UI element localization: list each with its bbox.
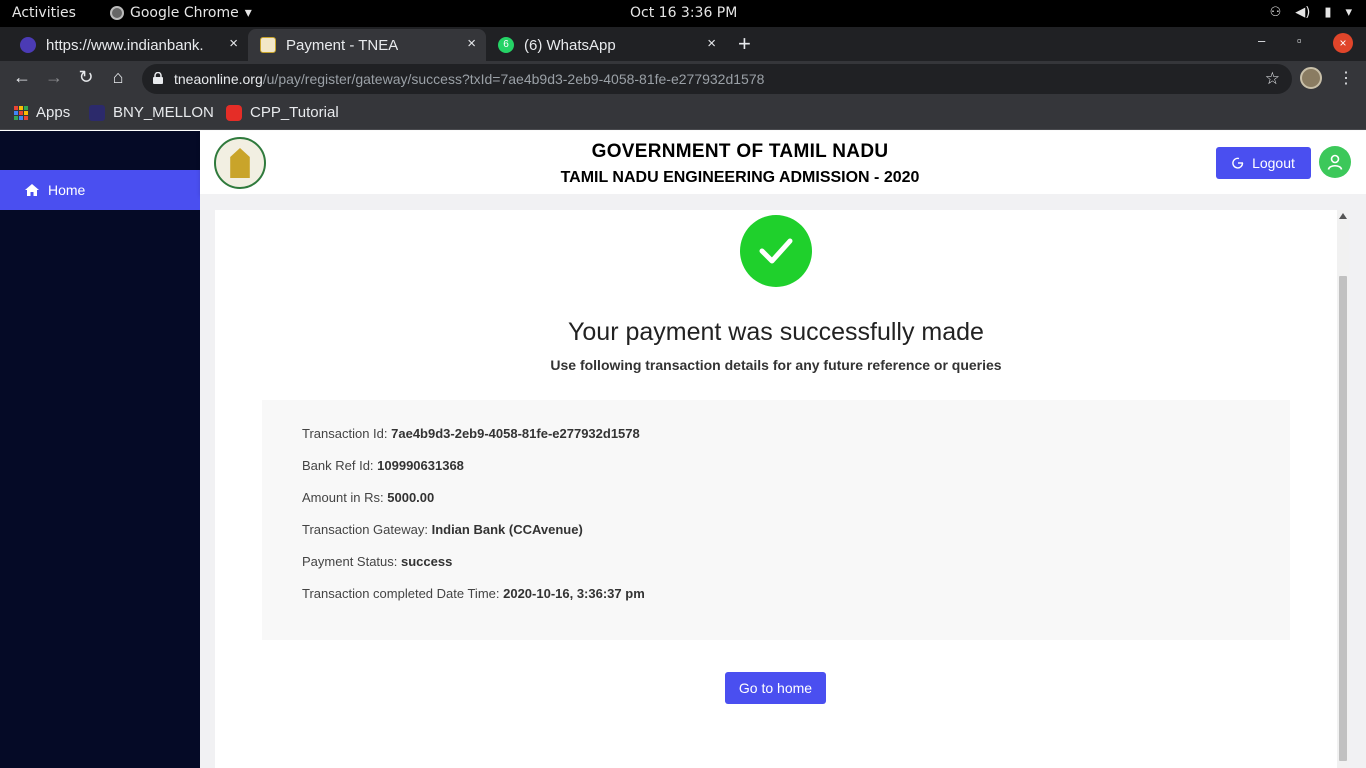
user-avatar[interactable]	[1319, 146, 1351, 178]
logout-button[interactable]: Logout	[1216, 147, 1311, 179]
youtube-icon	[226, 104, 242, 121]
whatsapp-favicon: 6	[498, 37, 514, 53]
bookmark-cpp-tutorial[interactable]: CPP_Tutorial	[226, 104, 339, 121]
page-subtitle: TAMIL NADU ENGINEERING ADMISSION - 2020	[560, 169, 920, 186]
url-host: tneaonline.org	[174, 71, 263, 87]
bny-mellon-favicon	[89, 104, 105, 121]
close-icon[interactable]: ×	[229, 35, 238, 52]
activities-button[interactable]: Activities	[12, 5, 76, 21]
page-scrollbar[interactable]	[1337, 210, 1349, 768]
app-header: GOVERNMENT OF TAMIL NADU TAMIL NADU ENGI…	[200, 131, 1366, 194]
transaction-id-row: Transaction Id: 7ae4b9d3-2eb9-4058-81fe-…	[302, 426, 640, 441]
payment-status-value: success	[401, 554, 453, 569]
amount-row: Amount in Rs: 5000.00	[302, 490, 434, 505]
detail-label: Transaction completed Date Time:	[302, 586, 504, 601]
completed-datetime-row: Transaction completed Date Time: 2020-10…	[302, 586, 645, 601]
bookmark-bny-mellon[interactable]: BNY_MELLON	[89, 104, 214, 121]
user-icon	[1327, 154, 1343, 170]
gateway-value: Indian Bank (CCAvenue)	[431, 522, 583, 537]
success-check-icon	[740, 215, 812, 287]
tab-strip: https://www.indianbank. × Payment - TNEA…	[0, 27, 1366, 61]
profile-avatar[interactable]	[1300, 67, 1322, 89]
chrome-menu-icon[interactable]: ⋮	[1338, 68, 1354, 88]
tnea-favicon	[260, 37, 276, 53]
tab-title: (6) WhatsApp	[524, 36, 616, 54]
amount-value: 5000.00	[387, 490, 435, 505]
bookmark-apps[interactable]: Apps	[14, 104, 70, 121]
gateway-row: Transaction Gateway: Indian Bank (CCAven…	[302, 522, 583, 537]
lock-icon	[153, 72, 163, 84]
bookmark-label: Apps	[36, 104, 71, 121]
success-heading: Your payment was successfully made	[568, 318, 984, 346]
tab-payment-tnea[interactable]: Payment - TNEA ×	[248, 29, 486, 61]
apps-grid-icon	[14, 105, 28, 120]
close-icon[interactable]: ×	[707, 35, 716, 52]
transaction-details: Transaction Id: 7ae4b9d3-2eb9-4058-81fe-…	[262, 400, 1290, 640]
network-icon: ⚇	[1269, 5, 1282, 20]
system-top-bar: Activities Google Chrome ▾ Oct 16 3:36 P…	[0, 0, 1366, 27]
bookmark-star-icon[interactable]: ☆	[1265, 69, 1280, 89]
bookmarks-bar: Apps BNY_MELLON CPP_Tutorial	[0, 96, 1366, 130]
close-icon[interactable]: ×	[467, 35, 476, 52]
chevron-down-icon: ▾	[244, 5, 252, 21]
detail-label: Payment Status:	[302, 554, 401, 569]
detail-label: Transaction Id:	[302, 426, 392, 441]
success-subheading: Use following transaction details for an…	[550, 357, 1002, 373]
system-tray[interactable]: ⚇ ◀) ▮ ▾	[1270, 5, 1352, 20]
sidebar: Home	[0, 131, 200, 768]
tab-indian-bank[interactable]: https://www.indianbank. ×	[8, 29, 248, 61]
forward-button[interactable]: →	[43, 67, 65, 88]
clock[interactable]: Oct 16 3:36 PM	[630, 5, 737, 21]
completed-datetime-value: 2020-10-16, 3:36:37 pm	[503, 586, 645, 601]
battery-icon: ▮	[1324, 5, 1332, 20]
app-menu-label: Google Chrome	[130, 5, 239, 21]
url-path: /u/pay/register/gateway/success?txId=7ae…	[262, 71, 765, 87]
go-to-home-button[interactable]: Go to home	[725, 672, 826, 704]
back-button[interactable]: ←	[11, 67, 33, 88]
detail-label: Bank Ref Id:	[302, 458, 378, 473]
checkmark-icon	[759, 238, 793, 264]
transaction-id-value: 7ae4b9d3-2eb9-4058-81fe-e277932d1578	[391, 426, 640, 441]
sidebar-item-label: Home	[48, 182, 86, 198]
detail-label: Amount in Rs:	[302, 490, 388, 505]
window-close-button[interactable]: ×	[1333, 33, 1353, 53]
tab-title: https://www.indianbank.	[46, 36, 204, 54]
app-menu[interactable]: Google Chrome ▾	[110, 5, 252, 21]
logout-icon	[1232, 157, 1244, 169]
url-text: tneaonline.org/u/pay/register/gateway/su…	[174, 71, 764, 87]
reload-button[interactable]: ↻	[75, 67, 97, 88]
payment-success-card: Your payment was successfully made Use f…	[215, 210, 1337, 768]
logout-label: Logout	[1252, 155, 1295, 171]
tab-whatsapp[interactable]: 6 (6) WhatsApp ×	[486, 29, 726, 61]
bookmark-label: CPP_Tutorial	[250, 104, 339, 121]
chevron-down-icon: ▾	[1345, 5, 1352, 20]
maximize-button[interactable]: ▫	[1297, 33, 1302, 48]
detail-label: Transaction Gateway:	[302, 522, 432, 537]
payment-status-row: Payment Status: success	[302, 554, 452, 569]
bookmark-label: BNY_MELLON	[113, 104, 214, 121]
page-title: GOVERNMENT OF TAMIL NADU	[591, 141, 889, 162]
minimize-button[interactable]: –	[1258, 33, 1265, 48]
bank-ref-id-row: Bank Ref Id: 109990631368	[302, 458, 464, 473]
browser-toolbar: ← → ↻ ⌂ tneaonline.org/u/pay/register/ga…	[0, 61, 1366, 96]
sidebar-item-home[interactable]: Home	[0, 170, 200, 210]
indian-bank-favicon	[20, 37, 36, 53]
home-button[interactable]: ⌂	[107, 67, 129, 88]
address-bar[interactable]: tneaonline.org/u/pay/register/gateway/su…	[142, 64, 1292, 94]
scrollbar-thumb[interactable]	[1339, 276, 1347, 761]
new-tab-button[interactable]: +	[738, 31, 751, 57]
chrome-icon	[110, 6, 124, 20]
bank-ref-id-value: 109990631368	[377, 458, 464, 473]
tab-title: Payment - TNEA	[286, 36, 399, 54]
scroll-up-arrow-icon[interactable]	[1339, 213, 1347, 219]
volume-icon: ◀)	[1295, 5, 1311, 20]
home-icon	[25, 184, 39, 196]
